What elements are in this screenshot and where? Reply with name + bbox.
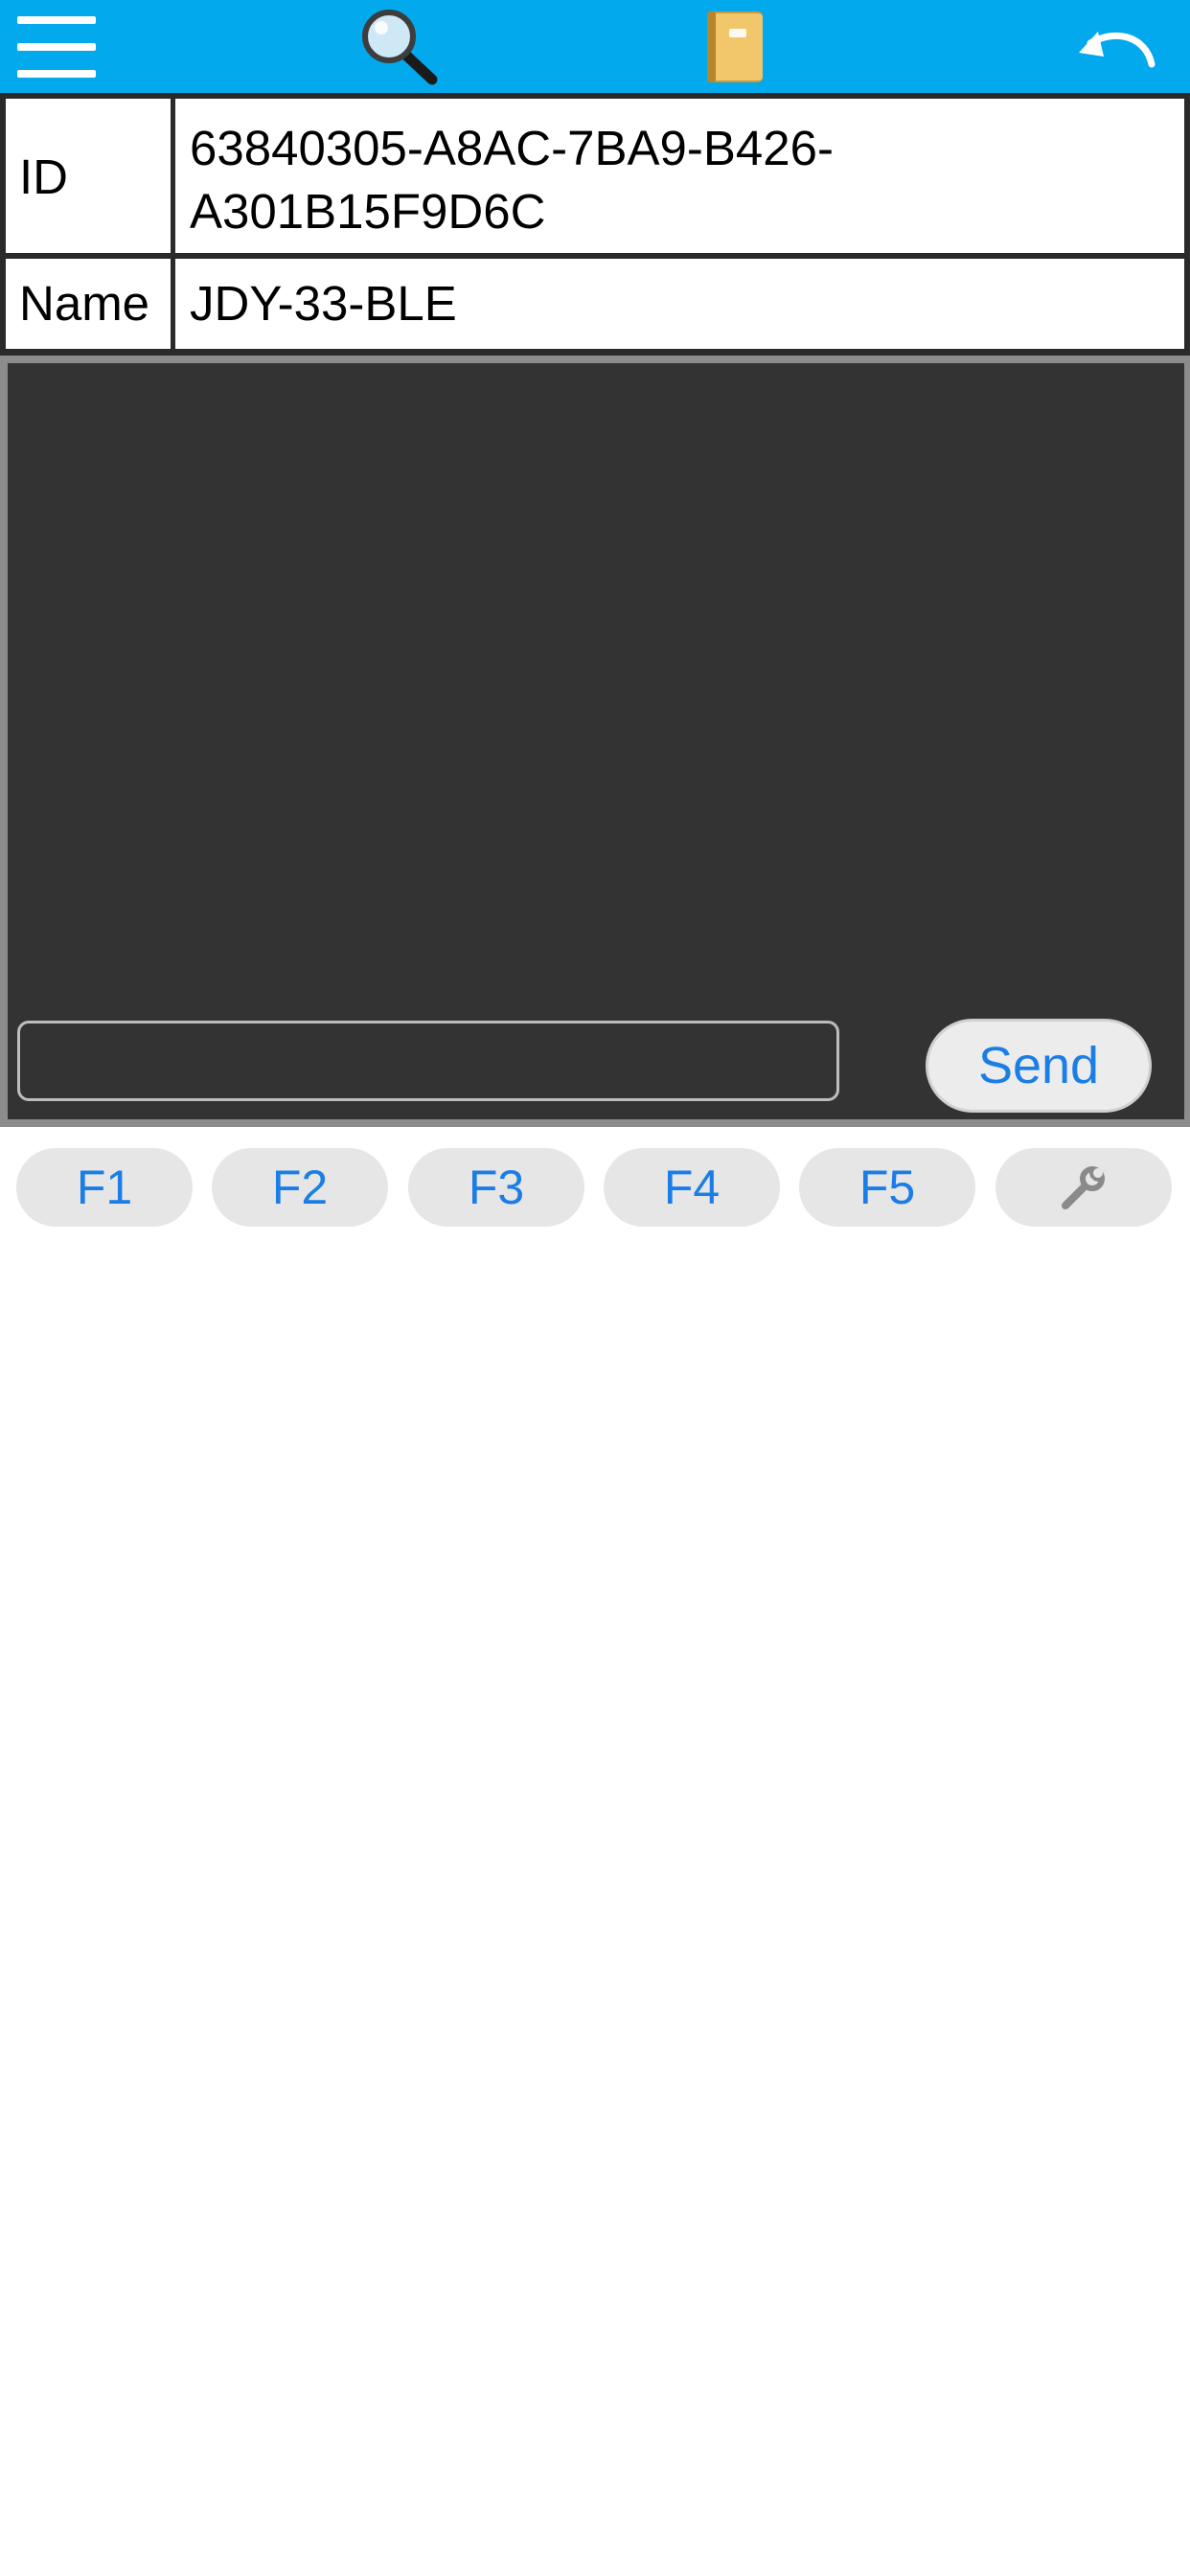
f3-button[interactable]: F3 — [408, 1148, 584, 1227]
id-label: ID — [6, 99, 171, 253]
message-input[interactable] — [17, 1021, 839, 1101]
f2-button[interactable]: F2 — [212, 1148, 388, 1227]
id-value-line-2: A301B15F9D6C — [190, 184, 546, 239]
menu-button[interactable] — [0, 0, 113, 93]
device-info-table: ID 63840305-A8AC-7BA9-B426- A301B15F9D6C… — [0, 93, 1190, 356]
id-value: 63840305-A8AC-7BA9-B426- A301B15F9D6C — [175, 99, 1184, 253]
undo-button[interactable] — [1054, 0, 1179, 93]
search-icon — [362, 9, 438, 84]
settings-button[interactable] — [995, 1148, 1172, 1227]
f1-button[interactable]: F1 — [16, 1148, 193, 1227]
wrench-icon — [1062, 1166, 1105, 1209]
send-button[interactable]: Send — [926, 1019, 1152, 1113]
console-output[interactable] — [8, 363, 1184, 1119]
name-label: Name — [6, 259, 171, 349]
id-value-line-1: 63840305-A8AC-7BA9-B426- — [190, 121, 834, 175]
top-toolbar — [0, 0, 1190, 93]
f4-button[interactable]: F4 — [604, 1148, 780, 1227]
menu-icon — [17, 15, 96, 78]
console-panel — [0, 356, 1190, 1127]
undo-icon — [1079, 31, 1156, 67]
book-icon — [707, 11, 763, 82]
name-value: JDY-33-BLE — [175, 259, 1184, 349]
search-button[interactable] — [345, 0, 450, 93]
f5-button[interactable]: F5 — [799, 1148, 975, 1227]
notebook-button[interactable] — [682, 0, 788, 93]
